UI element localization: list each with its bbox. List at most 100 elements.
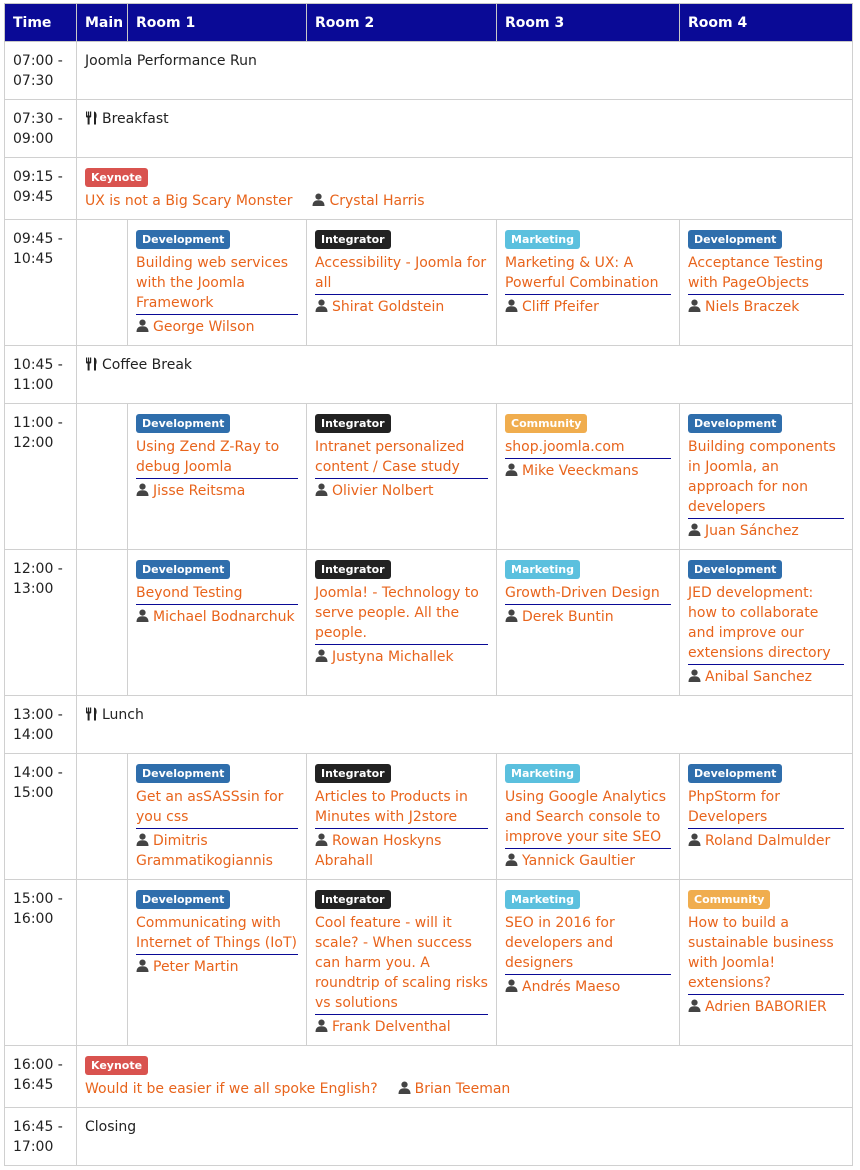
session-cell: Development JED development: how to colla… <box>679 549 853 696</box>
time-end: 13:00 <box>13 581 54 597</box>
speaker-link[interactable]: Peter Martin <box>136 957 298 977</box>
session-title-link[interactable]: Accessibility - Joomla for all <box>315 253 488 295</box>
user-icon <box>136 609 149 622</box>
speaker-link[interactable]: Rowan Hoskyns Abrahall <box>315 831 488 871</box>
track-badge: Development <box>688 414 783 433</box>
session-cell: Development PhpStorm for Developers Roland… <box>679 753 853 880</box>
event-label: Closing <box>85 1119 137 1135</box>
time-end: 09:45 <box>13 189 54 205</box>
main-empty-cell <box>76 879 128 1046</box>
session-title-link[interactable]: Joomla! - Technology to serve people. Al… <box>315 583 488 645</box>
speaker-link[interactable]: Adrien BABORIER <box>688 997 844 1017</box>
user-icon <box>136 319 149 332</box>
time-end: 17:00 <box>13 1139 54 1155</box>
time-cell: 11:00 - 12:00 <box>4 403 77 550</box>
user-icon <box>688 299 701 312</box>
session-title-link[interactable]: PhpStorm for Developers <box>688 787 844 829</box>
session-title-link[interactable]: Cool feature - will it scale? - When suc… <box>315 913 488 1015</box>
speaker-link[interactable]: Frank Delventhal <box>315 1017 488 1037</box>
speaker-link[interactable]: Dimitris Grammatikogiannis <box>136 831 298 871</box>
session-title-link[interactable]: SEO in 2016 for developers and designers <box>505 913 671 975</box>
schedule-row: 15:00 - 16:00 Development Communicating wit… <box>4 879 853 1046</box>
speaker-link[interactable]: Juan Sánchez <box>688 521 844 541</box>
user-icon <box>505 609 518 622</box>
speaker-link[interactable]: Niels Braczek <box>688 297 844 317</box>
header-room-4: Room 4 <box>679 3 853 42</box>
main-empty-cell <box>76 219 128 346</box>
speaker-link[interactable]: Olivier Nolbert <box>315 481 488 501</box>
session-title-link[interactable]: Communicating with Internet of Things (I… <box>136 913 298 955</box>
session-title-link[interactable]: Intranet personalized content / Case stu… <box>315 437 488 479</box>
session-cell: Integrator Joomla! - Technology to serve … <box>306 549 497 696</box>
user-icon <box>505 463 518 476</box>
speaker-name: Brian Teeman <box>414 1081 511 1097</box>
session-title-link[interactable]: Building components in Joomla, an approa… <box>688 437 844 519</box>
speaker-name: Adrien BABORIER <box>705 999 827 1015</box>
user-icon <box>398 1081 411 1094</box>
time-end: 10:45 <box>13 251 54 267</box>
session-cell: Development Building web services with th… <box>127 219 307 346</box>
main-cell: Coffee Break <box>76 345 853 404</box>
session-title-link[interactable]: Acceptance Testing with PageObjects <box>688 253 844 295</box>
time-start: 09:45 - <box>13 231 63 247</box>
track-badge: Integrator <box>315 414 391 433</box>
keynote-title-link[interactable]: Would it be easier if we all spoke Engli… <box>85 1081 378 1097</box>
speaker-name: Roland Dalmulder <box>705 833 831 849</box>
keynote-title-link[interactable]: UX is not a Big Scary Monster <box>85 193 292 209</box>
time-cell: 10:45 - 11:00 <box>4 345 77 404</box>
session-title-link[interactable]: Marketing & UX: A Powerful Combination <box>505 253 671 295</box>
session-title-link[interactable]: How to build a sustainable business with… <box>688 913 844 995</box>
track-badge: Marketing <box>505 560 581 579</box>
speaker-link[interactable]: Roland Dalmulder <box>688 831 844 851</box>
session-title-link[interactable]: Articles to Products in Minutes with J2s… <box>315 787 488 829</box>
event-label: Joomla Performance Run <box>85 53 257 69</box>
user-icon <box>688 833 701 846</box>
session-title-link[interactable]: Growth-Driven Design <box>505 583 671 605</box>
speaker-link[interactable]: Michael Bodnarchuk <box>136 607 298 627</box>
track-badge: Development <box>688 230 783 249</box>
speaker-link[interactable]: Andrés Maeso <box>505 977 671 997</box>
track-badge: Development <box>688 560 783 579</box>
speaker-link[interactable]: Yannick Gaultier <box>505 851 671 871</box>
speaker-link[interactable]: Justyna Michallek <box>315 647 488 667</box>
session-cell: Integrator Cool feature - will it scale? … <box>306 879 497 1046</box>
track-badge: Development <box>136 764 231 783</box>
keynote-badge: Keynote <box>85 1056 149 1075</box>
speaker-link[interactable]: George Wilson <box>136 317 298 337</box>
schedule-row: 13:00 - 14:00 Lunch <box>4 695 853 754</box>
speaker-name: Niels Braczek <box>705 299 800 315</box>
session-title-link[interactable]: Using Google Analytics and Search consol… <box>505 787 671 849</box>
speaker-link[interactable]: Cliff Pfeifer <box>505 297 671 317</box>
speaker-link[interactable]: Anibal Sanchez <box>688 667 844 687</box>
session-title-link[interactable]: Using Zend Z-Ray to debug Joomla <box>136 437 298 479</box>
user-icon <box>315 1019 328 1032</box>
time-cell: 07:30 - 09:00 <box>4 99 77 158</box>
header-room-3: Room 3 <box>496 3 680 42</box>
speaker-link[interactable]: Mike Veeckmans <box>505 461 671 481</box>
speaker-name: Yannick Gaultier <box>522 853 636 869</box>
speaker-link[interactable]: Shirat Goldstein <box>315 297 488 317</box>
session-cell: Integrator Articles to Products in Minute… <box>306 753 497 880</box>
session-title-link[interactable]: Get an asSASSsin for you css <box>136 787 298 829</box>
session-title-link[interactable]: shop.joomla.com <box>505 437 671 459</box>
speaker-link[interactable]: Brian Teeman <box>398 1081 511 1097</box>
user-icon <box>315 649 328 662</box>
session-title-link[interactable]: JED development: how to collaborate and … <box>688 583 844 665</box>
session-title-link[interactable]: Building web services with the Joomla Fr… <box>136 253 298 315</box>
session-title-link[interactable]: Beyond Testing <box>136 583 298 605</box>
session-cell: Marketing Using Google Analytics and Sear… <box>496 753 680 880</box>
speaker-link[interactable]: Derek Buntin <box>505 607 671 627</box>
user-icon <box>505 299 518 312</box>
speaker-link[interactable]: Jisse Reitsma <box>136 481 298 501</box>
schedule-row: 09:45 - 10:45 Development Building web serv… <box>4 219 853 346</box>
speaker-link[interactable]: Crystal Harris <box>312 193 425 209</box>
time-cell: 07:00 - 07:30 <box>4 41 77 100</box>
track-badge: Integrator <box>315 230 391 249</box>
time-start: 07:00 - <box>13 53 63 69</box>
schedule-row: 12:00 - 13:00 Development Beyond Testing Mic… <box>4 549 853 696</box>
header-row: Time Main Room 1 Room 2 Room 3 Room 4 <box>4 3 853 42</box>
time-start: 14:00 - <box>13 765 63 781</box>
speaker-name: Dimitris Grammatikogiannis <box>136 833 273 869</box>
time-cell: 16:45 - 17:00 <box>4 1107 77 1166</box>
user-icon <box>688 669 701 682</box>
